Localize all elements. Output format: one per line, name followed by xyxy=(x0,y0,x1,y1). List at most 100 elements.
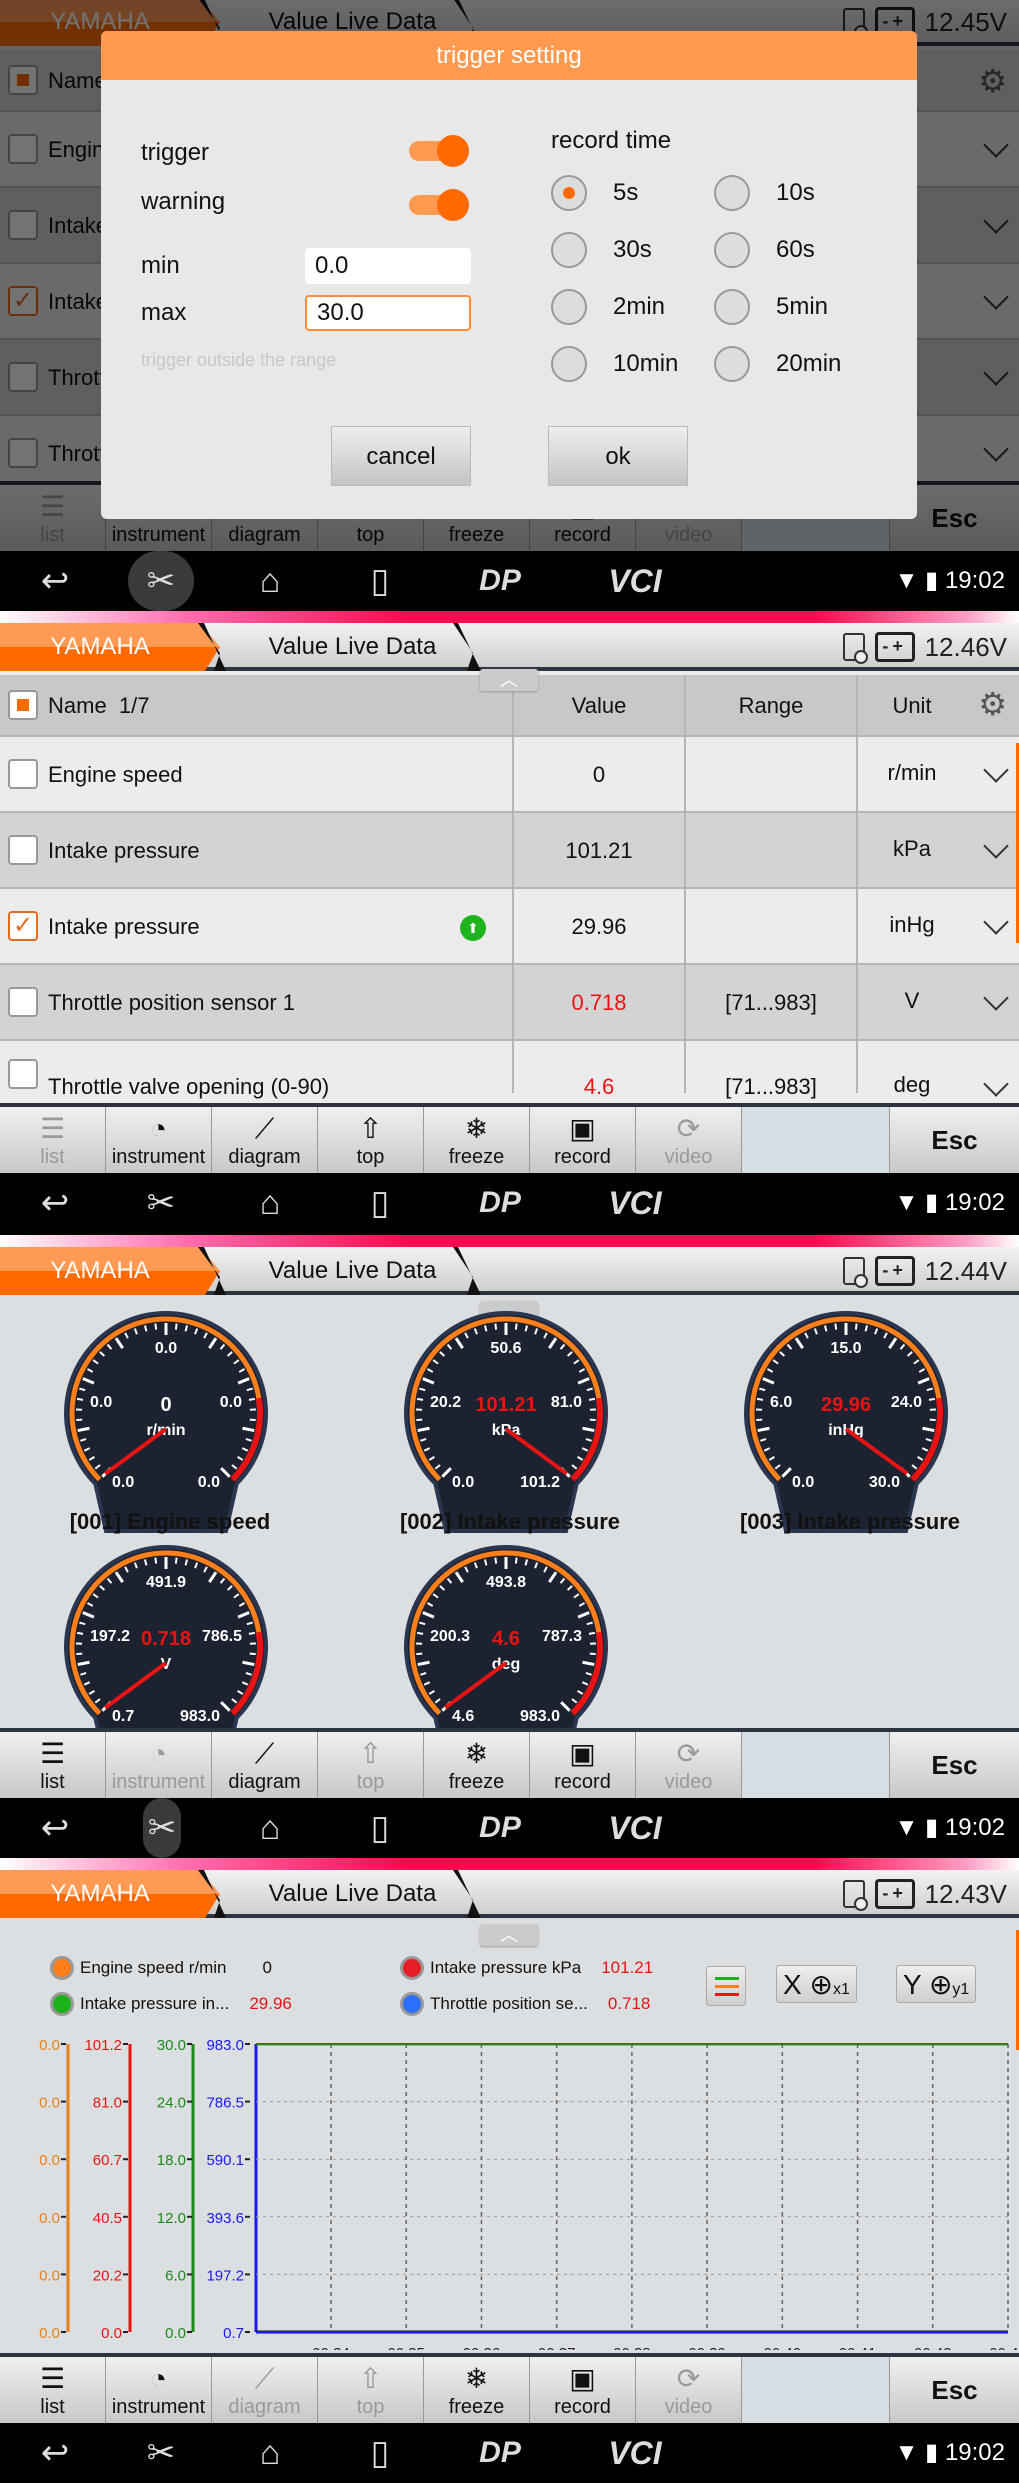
toolbar-top-button[interactable]: ⇧top xyxy=(318,1732,424,1798)
table-row[interactable]: Intake pressure 101.21 kPa xyxy=(0,813,1019,889)
toolbar-video-button[interactable]: ⟳video xyxy=(636,1107,742,1173)
trigger-toggle[interactable] xyxy=(409,135,469,167)
chevron-down-icon[interactable] xyxy=(983,1071,1009,1097)
min-input[interactable]: 0.0 xyxy=(305,248,471,284)
toolbar-top-button[interactable]: ⇧top xyxy=(318,2357,424,2423)
back-icon[interactable]: ↩ xyxy=(20,551,90,611)
select-all-checkbox[interactable] xyxy=(8,690,38,720)
toolbar-top-button[interactable]: ⇧top xyxy=(318,1107,424,1173)
dp-button[interactable]: DP xyxy=(460,1173,540,1233)
toolbar-record-button[interactable]: ▣record xyxy=(530,2357,636,2423)
esc-button[interactable]: Esc xyxy=(890,1107,1019,1173)
max-input[interactable]: 30.0 xyxy=(305,295,471,331)
calendar-alert-icon[interactable] xyxy=(842,633,868,664)
table-row[interactable]: Throttle position sensor 1 0.718 [71...983… xyxy=(0,965,1019,1041)
toolbar-instrument-button[interactable]: ◔instrument xyxy=(106,2357,212,2423)
gauge[interactable]: 0.0 0.0 0.0 0.0 0.0 0 r/min xyxy=(62,1309,270,1533)
toolbar-list-button[interactable]: ☰list xyxy=(0,1107,106,1173)
vci-button[interactable]: VCI xyxy=(590,1798,680,1858)
toolbar-instrument-button[interactable]: ◔instrument xyxy=(106,1732,212,1798)
chevron-down-icon[interactable] xyxy=(983,909,1009,935)
chevron-down-icon[interactable] xyxy=(983,757,1009,783)
gauge[interactable]: 0.7197.2491.9786.5983.00.718V xyxy=(62,1543,270,1767)
toolbar-diagram-button[interactable]: ⟋diagram xyxy=(212,1107,318,1173)
esc-button[interactable]: Esc xyxy=(890,2357,1019,2423)
dp-button[interactable]: DP xyxy=(460,1798,540,1858)
radio-2min[interactable] xyxy=(551,289,587,325)
row-checkbox[interactable] xyxy=(8,759,38,789)
back-icon[interactable]: ↩ xyxy=(20,1798,90,1858)
collapse-header-button[interactable]: ︿ xyxy=(480,669,538,691)
brand-tab[interactable]: YAMAHA xyxy=(0,1870,220,1918)
x-zoom-button[interactable]: X ⊕x1 xyxy=(776,1965,857,2003)
dp-button[interactable]: DP xyxy=(460,551,540,611)
series-toggle-button[interactable] xyxy=(706,1966,746,2006)
brand-tab[interactable]: YAMAHA xyxy=(0,1247,220,1295)
scissors-icon[interactable]: ✂ xyxy=(128,551,194,611)
cancel-button[interactable]: cancel xyxy=(331,426,471,486)
scissors-icon[interactable]: ✂ xyxy=(128,1173,194,1233)
toolbar-video-button[interactable]: ⟳video xyxy=(636,2357,742,2423)
radio-10s[interactable] xyxy=(714,175,750,211)
toolbar-freeze-button[interactable]: ❄freeze xyxy=(424,2357,530,2423)
toolbar-diagram-button[interactable]: ⟋diagram xyxy=(212,2357,318,2423)
row-checkbox[interactable] xyxy=(8,987,38,1017)
y-tick-label: 40.5 xyxy=(93,2210,122,2227)
collapse-header-button[interactable]: ︿ xyxy=(480,1924,538,1946)
scissors-icon[interactable]: ✂ xyxy=(143,1798,181,1858)
row-checkbox[interactable] xyxy=(8,1059,38,1089)
scissors-icon[interactable]: ✂ xyxy=(128,2423,194,2483)
vci-button[interactable]: VCI xyxy=(590,1173,680,1233)
back-icon[interactable]: ↩ xyxy=(20,2423,90,2483)
table-row[interactable]: Throttle valve opening (0-90) 4.6 [71...98… xyxy=(0,1041,1019,1099)
radio-10min[interactable] xyxy=(551,346,587,382)
toolbar-list-button[interactable]: ☰list xyxy=(0,2357,106,2423)
toolbar-instrument-button[interactable]: ◔instrument xyxy=(106,1107,212,1173)
table-row[interactable]: Engine speed 0 r/min xyxy=(0,737,1019,813)
radio-5min[interactable] xyxy=(714,289,750,325)
dp-button[interactable]: DP xyxy=(460,2423,540,2483)
calendar-alert-icon[interactable] xyxy=(842,1880,868,1911)
radio-30s[interactable] xyxy=(551,232,587,268)
home-icon[interactable]: ⌂ xyxy=(240,1173,300,1233)
home-icon[interactable]: ⌂ xyxy=(240,1798,300,1858)
gauge[interactable]: 4.6 200.3 493.8 787.3 983.0 4.6 deg xyxy=(402,1543,610,1767)
warning-toggle[interactable] xyxy=(409,189,469,221)
gauge[interactable]: 0.0 6.0 15.0 24.0 30.0 29.96 inHg xyxy=(742,1309,950,1533)
legend-item-intake-kpa[interactable]: Intake pressure kPa 101.21 xyxy=(400,1956,653,1980)
table-row[interactable]: ✓ Intake pressure ⬆ 29.96 inHg xyxy=(0,889,1019,965)
toolbar-record-button[interactable]: ▣record xyxy=(530,1732,636,1798)
legend-item-intake-inhg[interactable]: Intake pressure in... 29.96 xyxy=(50,1992,292,2016)
recent-apps-icon[interactable]: ▯ xyxy=(350,1798,410,1858)
home-icon[interactable]: ⌂ xyxy=(240,551,300,611)
vci-button[interactable]: VCI xyxy=(590,2423,680,2483)
esc-button[interactable]: Esc xyxy=(890,1732,1019,1798)
recent-apps-icon[interactable]: ▯ xyxy=(350,1173,410,1233)
chevron-down-icon[interactable] xyxy=(983,833,1009,859)
toolbar-record-button[interactable]: ▣record xyxy=(530,1107,636,1173)
radio-60s[interactable] xyxy=(714,232,750,268)
radio-5s[interactable] xyxy=(551,175,587,211)
vci-button[interactable]: VCI xyxy=(590,551,680,611)
y-zoom-button[interactable]: Y ⊕y1 xyxy=(896,1965,977,2003)
recent-apps-icon[interactable]: ▯ xyxy=(350,551,410,611)
toolbar-freeze-button[interactable]: ❄freeze xyxy=(424,1732,530,1798)
recent-apps-icon[interactable]: ▯ xyxy=(350,2423,410,2483)
toolbar-freeze-button[interactable]: ❄freeze xyxy=(424,1107,530,1173)
radio-20min[interactable] xyxy=(714,346,750,382)
toolbar-video-button[interactable]: ⟳video xyxy=(636,1732,742,1798)
home-icon[interactable]: ⌂ xyxy=(240,2423,300,2483)
gear-icon[interactable]: ⚙ xyxy=(978,685,1007,723)
ok-button[interactable]: ok xyxy=(548,426,688,486)
gauge[interactable]: 0.0 20.2 50.6 81.0 101.2 101.21 kPa xyxy=(402,1309,610,1533)
toolbar-list-button[interactable]: ☰list xyxy=(0,1732,106,1798)
legend-item-throttle[interactable]: Throttle position se... 0.718 xyxy=(400,1992,650,2016)
row-checkbox[interactable] xyxy=(8,835,38,865)
row-checkbox[interactable]: ✓ xyxy=(8,911,38,941)
calendar-alert-icon[interactable] xyxy=(842,1257,868,1288)
toolbar-diagram-button[interactable]: ⟋diagram xyxy=(212,1732,318,1798)
brand-tab[interactable]: YAMAHA xyxy=(0,623,220,671)
back-icon[interactable]: ↩ xyxy=(20,1173,90,1233)
legend-item-engine-speed[interactable]: Engine speed r/min 0 xyxy=(50,1956,272,1980)
chevron-down-icon[interactable] xyxy=(983,985,1009,1011)
